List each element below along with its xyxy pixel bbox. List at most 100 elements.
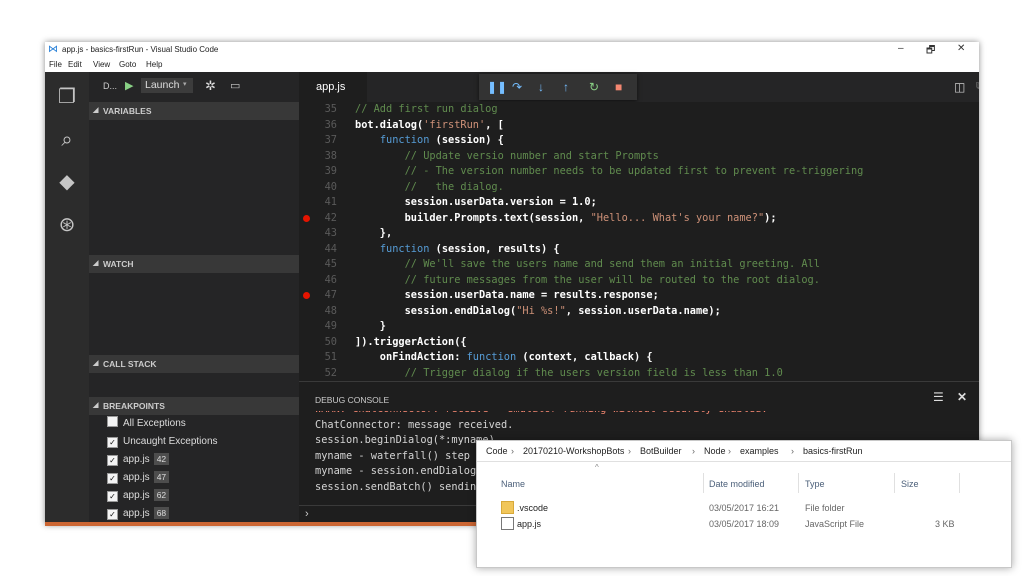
breakpoint-item[interactable]: ✓ app.js 68 [107,506,170,522]
code-text: session.endDialog("Hi %s!", session.user… [355,304,721,320]
step-over-icon[interactable]: ↷ [512,79,522,95]
column-date-modified[interactable]: Date modified [709,479,765,489]
column-divider[interactable] [959,473,960,493]
tab-app-js[interactable]: app.js [299,72,367,102]
code-text: function (session) { [355,133,504,149]
search-icon[interactable]: ⌕ [54,127,80,153]
column-size[interactable]: Size [901,479,919,489]
line-number: 38 [324,149,337,162]
breakpoint-checkbox[interactable]: ✓ [107,491,118,502]
split-editor-icon[interactable]: ◫ [954,80,965,94]
line-number: 41 [324,196,337,208]
chevron-right-icon[interactable]: › [728,441,731,461]
breakpoint-checkbox[interactable]: ✓ [107,437,118,448]
collapse-arrow-icon: ◢ [93,360,99,367]
step-out-icon[interactable]: ↑ [563,79,569,95]
explorer-icon[interactable]: ❐ [54,84,80,110]
menu-edit[interactable]: Edit [68,60,82,69]
menu-file[interactable]: File [49,60,62,69]
debug-toolbar: D... ▶ Launch ▾ ✲ ▭ [89,72,299,102]
code-token: session.userData.version = 1.0; [355,196,597,208]
console-line: ChatConnector: message received. [315,418,514,431]
breakpoint-label: Uncaught Exceptions [123,436,218,447]
breadcrumb-item[interactable]: BotBuilder [640,441,682,461]
minimize-button[interactable]: – [898,43,904,54]
code-token: // - The version number needs to be upda… [404,165,864,177]
restart-icon[interactable]: ↻ [589,79,599,95]
line-number: 39 [324,165,337,177]
start-debugging-button[interactable]: ▶ [125,79,133,92]
breadcrumb-item[interactable]: Code [486,441,508,461]
step-into-icon[interactable]: ↓ [538,79,544,95]
breakpoint-checkbox[interactable]: ✓ [107,455,118,466]
breakpoint-checkbox[interactable] [107,416,118,427]
menu-view[interactable]: View [93,60,110,69]
line-number: 51 [324,351,337,363]
breakpoint-marker-icon[interactable] [303,214,310,222]
breakpoint-line-badge: 42 [153,453,170,465]
breadcrumb-item[interactable]: basics-firstRun [803,441,863,461]
menu-help[interactable]: Help [146,60,162,69]
column-type[interactable]: Type [805,479,825,489]
breadcrumb-item[interactable]: examples [740,441,779,461]
callstack-section-header[interactable]: ◢ CALL STACK [89,355,299,373]
chevron-right-icon[interactable]: › [628,441,631,461]
code-token: // Trigger dialog if the users version f… [404,366,783,379]
breakpoint-item[interactable]: All Exceptions [107,416,186,432]
column-name[interactable]: Name [501,479,525,489]
code-line: 47 session.userData.name = results.respo… [299,288,979,304]
close-window-button[interactable]: ✕ [957,43,965,54]
breakpoint-item[interactable]: ✓ app.js 47 [107,470,170,486]
watch-section-header[interactable]: ◢ WATCH [89,255,299,273]
clear-console-icon[interactable]: ☰ [933,390,944,404]
debug-icon[interactable]: ⊛ [54,212,80,238]
chevron-right-icon[interactable]: › [511,441,514,461]
file-date: 03/05/2017 16:21 [709,503,780,513]
code-token: builder.Prompts.text(session, [355,211,591,224]
breakpoint-checkbox[interactable]: ✓ [107,473,118,484]
breakpoint-marker-icon[interactable] [303,292,310,299]
git-icon[interactable]: ◆ [54,169,80,195]
code-line: 51 onFindAction: function (context, call… [299,350,979,366]
breakpoint-item[interactable]: ✓ app.js 62 [107,488,170,504]
code-text: // Trigger dialog if the users version f… [355,366,783,382]
variables-section-header[interactable]: ◢ VARIABLES [89,102,299,120]
pause-icon[interactable]: ❚❚ [487,79,507,95]
column-divider[interactable] [798,473,799,493]
gear-icon[interactable]: ✲ [205,78,216,94]
code-token: function [379,134,430,146]
open-changes-icon[interactable]: ⧉ [976,80,979,93]
chevron-right-icon[interactable]: › [692,441,695,461]
file-row[interactable]: .vscode 03/05/2017 16:21 File folder [477,501,1011,519]
launch-config-select[interactable]: Launch ▾ [141,78,193,93]
line-number: 35 [324,103,337,115]
breadcrumb-item[interactable]: Node [704,441,726,461]
code-editor[interactable]: 35 // Add first run dialog 36 bot.dialog('f… [299,102,979,381]
code-token: // Add first run dialog [355,103,498,115]
file-row[interactable]: app.js 03/05/2017 18:09 JavaScript File 3 K… [477,517,1011,535]
breakpoint-item[interactable]: ✓ Uncaught Exceptions [107,434,218,450]
close-panel-icon[interactable]: ✕ [957,390,967,404]
line-number: 45 [324,258,337,270]
stop-icon[interactable]: ■ [615,79,622,95]
code-text: ]).triggerAction({ [355,335,467,351]
menu-goto[interactable]: Goto [119,60,136,69]
breakpoint-checkbox[interactable]: ✓ [107,509,118,520]
code-token: session.userData.name = results.response… [355,289,659,301]
breakpoints-section-header[interactable]: ◢ BREAKPOINTS [89,397,299,415]
chevron-right-icon[interactable]: › [791,441,794,461]
column-divider[interactable] [894,473,895,493]
debug-console-toggle-icon[interactable]: ▭ [230,79,240,92]
breadcrumb: Code › 20170210-WorkshopBots › BotBuilder › No… [477,441,1011,462]
breakpoint-item[interactable]: ✓ app.js 42 [107,452,170,468]
line-number: 42 [324,211,337,224]
column-divider[interactable] [703,473,704,493]
code-token: } [355,320,386,332]
breadcrumb-item[interactable]: 20170210-WorkshopBots [523,441,624,461]
line-number: 46 [324,273,337,286]
code-line: 52 // Trigger dialog if the users versio… [299,366,979,382]
code-text: session.userData.version = 1.0; [355,195,597,211]
